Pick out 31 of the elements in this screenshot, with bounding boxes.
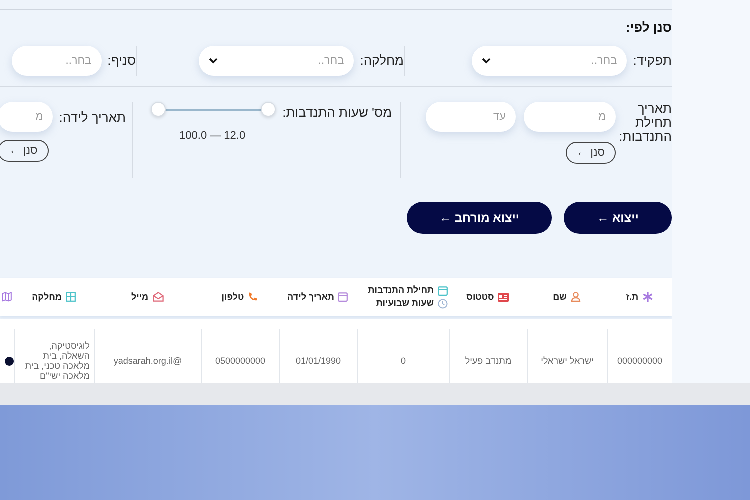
input-field[interactable]: בחר..	[12, 46, 102, 76]
filter-label: סניף:	[108, 52, 136, 70]
range-reading: 100.0 — 12.0	[180, 129, 246, 144]
column-header: מייל	[131, 290, 149, 304]
filter-button[interactable]: סנן ←	[566, 142, 616, 164]
table-cell-text: לוגיסטיקה, השאלה, בית מלאכה טכני, בית מלאכה ישי"ם	[24, 341, 90, 381]
table-cell: מתנדב פעיל	[465, 356, 512, 366]
table-cell: @yadsarah.org.il	[114, 356, 182, 366]
filter-title: סנן לפי:	[624, 19, 672, 37]
table-cell: ישראל ישראלי	[541, 356, 594, 366]
column-header: טלפון	[222, 290, 244, 304]
filter-label: תאריך לידה:	[59, 109, 126, 127]
date-field[interactable]: מ	[0, 102, 54, 132]
column-header: ת.ז	[626, 290, 639, 304]
column-header: שם	[553, 290, 567, 304]
date-field[interactable]: עד	[426, 102, 516, 132]
filter-label: מס' שעות התנדבות:	[282, 104, 392, 122]
table-cell: 0	[401, 356, 406, 366]
export-button[interactable]: ייצוא מורחב ←	[407, 202, 552, 234]
table-cell: 0500000000	[215, 356, 266, 366]
filter-button[interactable]: סנן ←	[0, 140, 49, 162]
table-cell: 000000000	[617, 356, 663, 366]
date-field[interactable]: מ	[524, 102, 616, 132]
filter-label: מחלקה:	[360, 52, 404, 70]
table-cell: 01/01/1990	[296, 356, 342, 366]
column-header: סטטוס	[466, 290, 494, 304]
column-header: תחילת התנדבות שעות שבועיות	[367, 284, 434, 310]
column-header: תאריך לידה	[288, 290, 334, 304]
filter-label: תפקיד:	[633, 52, 672, 70]
export-button[interactable]: ייצוא ←	[564, 202, 672, 234]
column-header: מחלקה	[32, 290, 62, 304]
